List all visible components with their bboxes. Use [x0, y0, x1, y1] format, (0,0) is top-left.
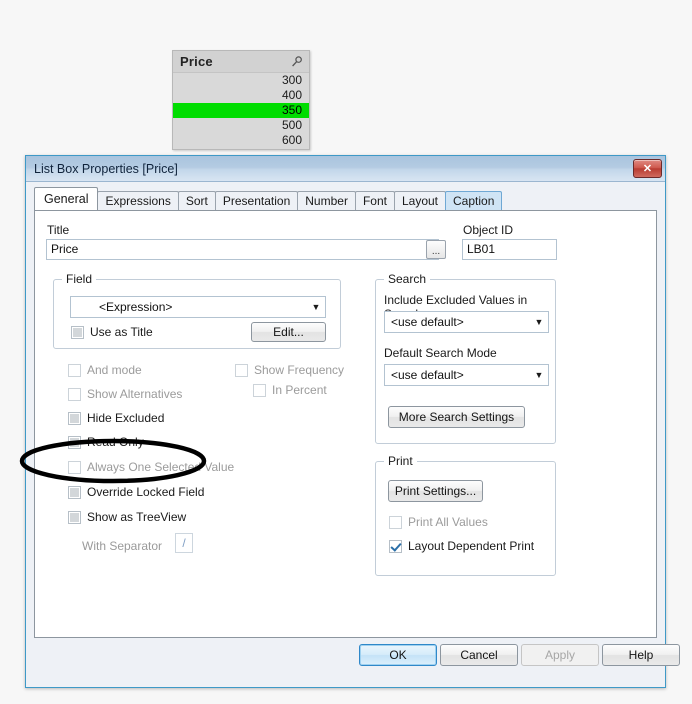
general-tab-panel: Title Price ... Object ID LB01 Field <Ex…	[34, 210, 657, 638]
search-icon[interactable]	[290, 55, 304, 69]
show-alternatives-label: Show Alternatives	[87, 387, 183, 401]
in-percent-label: In Percent	[272, 383, 327, 397]
close-icon[interactable]: ✕	[633, 159, 662, 178]
list-box-rows[interactable]: 300 400 350 500 600	[173, 73, 309, 148]
list-item[interactable]: 400	[173, 88, 309, 103]
field-expression-combo[interactable]: <Expression> ▼	[70, 296, 326, 318]
default-search-mode-label: Default Search Mode	[384, 346, 497, 360]
and-mode-label: And mode	[87, 363, 142, 377]
apply-button: Apply	[521, 644, 599, 666]
show-as-treeview-checkbox[interactable]: Show as TreeView	[68, 510, 186, 524]
layout-dependent-print-label: Layout Dependent Print	[408, 539, 535, 553]
ok-button[interactable]: OK	[359, 644, 437, 666]
print-all-values-label: Print All Values	[408, 515, 488, 529]
checkbox-box	[235, 363, 248, 377]
dialog-title: List Box Properties [Price]	[34, 161, 178, 176]
checkbox-box	[68, 363, 81, 377]
checkbox-box	[253, 383, 266, 397]
print-all-values-checkbox[interactable]: Print All Values	[389, 515, 488, 529]
list-box-title: Price	[180, 54, 213, 69]
list-item[interactable]: 600	[173, 133, 309, 148]
help-button[interactable]: Help	[602, 644, 680, 666]
title-field-label: Title	[47, 223, 70, 237]
default-search-mode-combo[interactable]: <use default> ▼	[384, 364, 549, 386]
list-item[interactable]: 300	[173, 73, 309, 88]
field-group: Field <Expression> ▼ Use as Title Edit..…	[53, 272, 341, 349]
object-id-input[interactable]: LB01	[462, 239, 557, 260]
search-group: Search Include Excluded Values in Search…	[375, 272, 556, 444]
use-as-title-checkbox[interactable]: Use as Title	[71, 325, 153, 339]
read-only-checkbox[interactable]: Read Only	[68, 435, 144, 449]
checkbox-box	[68, 435, 81, 449]
tab-caption[interactable]: Caption	[445, 191, 503, 210]
tab-layout[interactable]: Layout	[393, 191, 446, 210]
field-expression-value: <Expression>	[99, 300, 173, 314]
default-search-mode-value: <use default>	[391, 368, 464, 382]
tab-sort[interactable]: Sort	[177, 191, 216, 210]
hide-excluded-checkbox[interactable]: Hide Excluded	[68, 411, 164, 425]
list-item[interactable]: 500	[173, 118, 309, 133]
dialog-title-bar[interactable]: List Box Properties [Price] ✕	[26, 156, 665, 182]
and-mode-checkbox[interactable]: And mode	[68, 363, 142, 377]
tab-font[interactable]: Font	[354, 191, 395, 210]
hide-excluded-label: Hide Excluded	[87, 411, 165, 425]
cancel-button[interactable]: Cancel	[440, 644, 518, 666]
override-locked-field-checkbox[interactable]: Override Locked Field	[68, 485, 204, 499]
edit-button[interactable]: Edit...	[251, 322, 326, 342]
show-alternatives-checkbox[interactable]: Show Alternatives	[68, 387, 182, 401]
always-one-selected-value-label: Always One Selected Value	[87, 460, 235, 474]
layout-dependent-print-checkbox[interactable]: Layout Dependent Print	[389, 539, 534, 553]
title-input[interactable]: Price	[46, 239, 439, 260]
tab-number[interactable]: Number	[297, 191, 356, 210]
tab-strip: General Expressions Sort Presentation Nu…	[34, 187, 503, 210]
show-frequency-checkbox[interactable]: Show Frequency	[235, 363, 344, 377]
chevron-down-icon: ▼	[534, 370, 544, 380]
checkbox-box	[389, 515, 402, 529]
checkbox-box	[71, 325, 84, 339]
show-as-treeview-label: Show as TreeView	[87, 510, 187, 524]
dialog-body: General Expressions Sort Presentation Nu…	[26, 182, 680, 687]
tab-general[interactable]: General	[34, 187, 99, 210]
tab-presentation[interactable]: Presentation	[214, 191, 299, 210]
read-only-label: Read Only	[87, 435, 144, 449]
use-as-title-label: Use as Title	[90, 325, 153, 339]
show-frequency-label: Show Frequency	[254, 363, 345, 377]
include-excluded-value: <use default>	[391, 315, 464, 329]
checkbox-box	[389, 539, 402, 553]
checkbox-box	[68, 485, 81, 499]
with-separator-label: With Separator	[82, 539, 163, 553]
include-excluded-combo[interactable]: <use default> ▼	[384, 311, 549, 333]
chevron-down-icon: ▼	[311, 302, 321, 312]
always-one-selected-value-checkbox[interactable]: Always One Selected Value	[68, 460, 234, 474]
object-id-label: Object ID	[463, 223, 514, 237]
dialog-button-bar: OK Cancel Apply Help	[26, 638, 680, 687]
in-percent-checkbox[interactable]: In Percent	[253, 383, 327, 397]
chevron-down-icon: ▼	[534, 317, 544, 327]
list-box-properties-dialog: List Box Properties [Price] ✕ General Ex…	[25, 155, 680, 688]
checkbox-box	[68, 411, 81, 425]
checkbox-box	[68, 510, 81, 524]
override-locked-field-label: Override Locked Field	[87, 485, 205, 499]
list-item-selected[interactable]: 350	[173, 103, 309, 118]
separator-input[interactable]: /	[175, 533, 193, 553]
tab-expressions[interactable]: Expressions	[97, 191, 179, 210]
field-group-legend: Field	[62, 272, 97, 286]
search-group-legend: Search	[384, 272, 431, 286]
checkbox-box	[68, 460, 81, 474]
more-search-settings-button[interactable]: More Search Settings	[388, 406, 525, 428]
print-settings-button[interactable]: Print Settings...	[388, 480, 483, 502]
checkbox-box	[68, 387, 81, 401]
price-list-box[interactable]: Price 300 400 350 500 600	[172, 50, 310, 150]
print-group-legend: Print	[384, 454, 417, 468]
print-group: Print Print Settings... Print All Values…	[375, 454, 556, 576]
list-box-caption: Price	[173, 51, 309, 73]
title-browse-button[interactable]: ...	[426, 240, 446, 259]
